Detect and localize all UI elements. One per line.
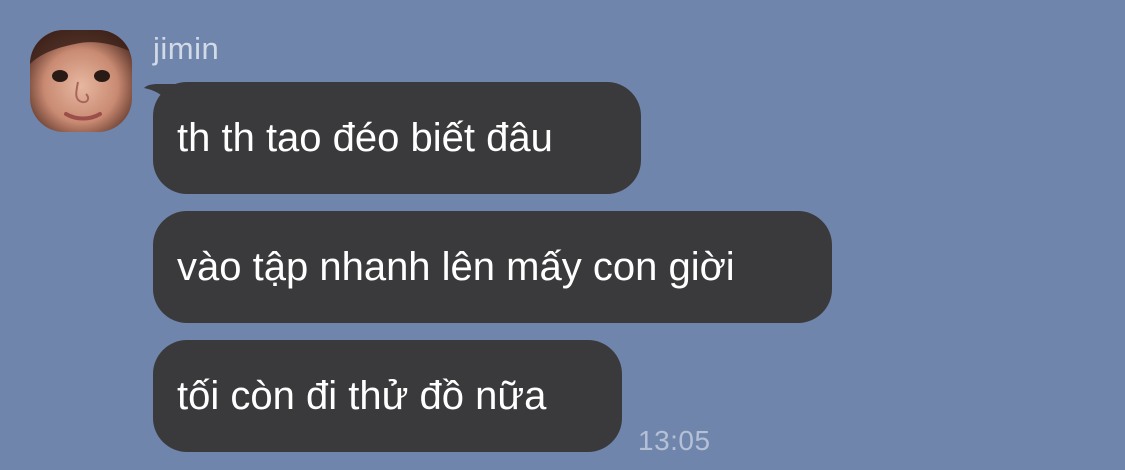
message-bubble[interactable]: vào tập nhanh lên mấy con giời [153, 211, 832, 323]
sender-name: jimin [153, 31, 220, 66]
message-timestamp: 13:05 [638, 425, 711, 456]
message-bubble[interactable]: tối còn đi thử đồ nữa [153, 340, 622, 452]
avatar-photo [30, 30, 132, 132]
message-bubble[interactable]: th th tao đéo biết đâu [153, 82, 641, 194]
sender-avatar[interactable] [30, 30, 132, 132]
